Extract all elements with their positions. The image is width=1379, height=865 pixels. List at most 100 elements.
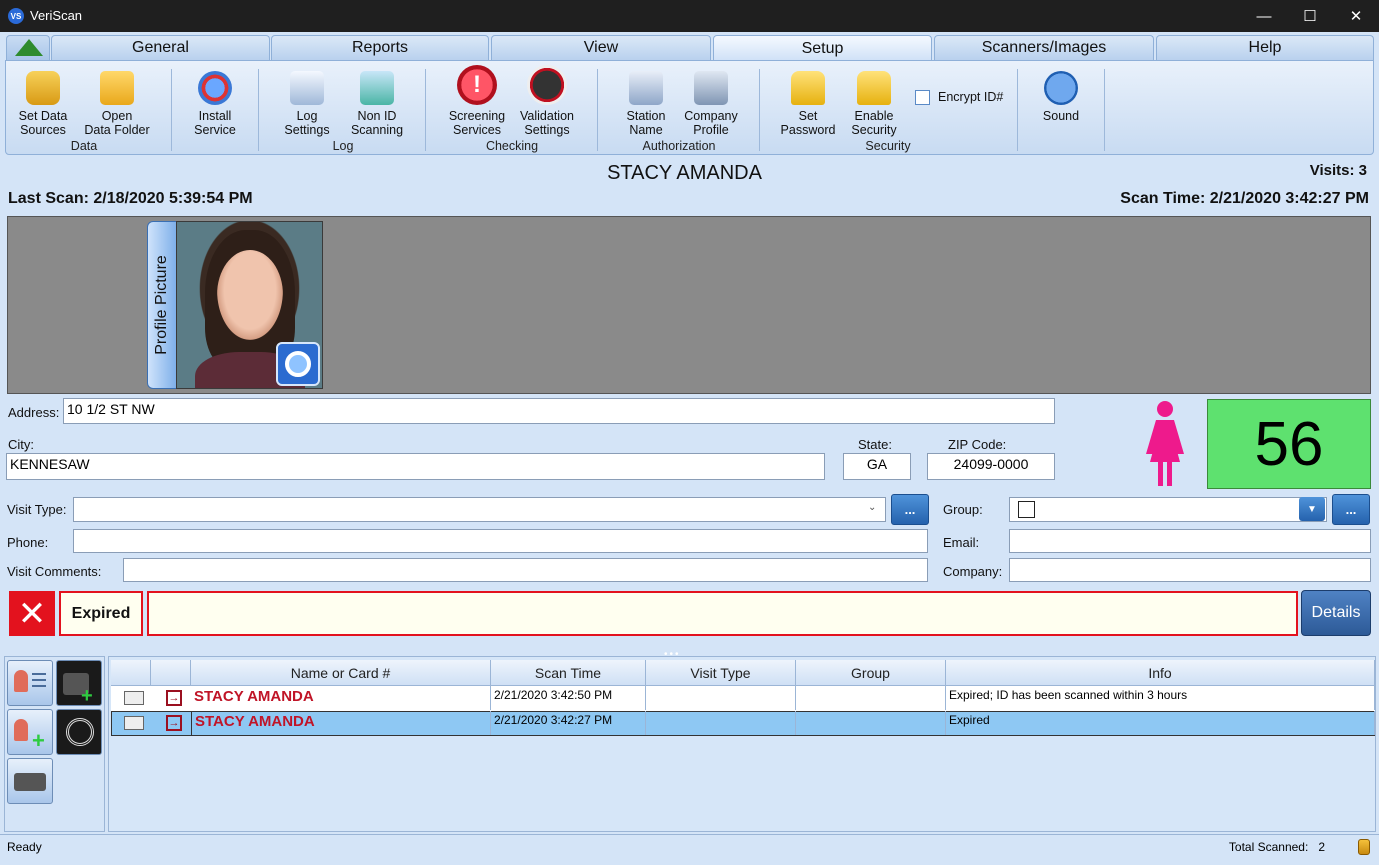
row-scan-time: 2/21/2020 3:42:50 PM — [491, 686, 646, 710]
screening-services-button[interactable]: ! Screening Services — [444, 65, 510, 137]
camera-icon[interactable] — [276, 342, 320, 386]
scan-time: Scan Time: 2/21/2020 3:42:27 PM — [1120, 190, 1369, 207]
group-more-button[interactable]: ... — [1332, 494, 1370, 525]
minimize-button[interactable]: — — [1241, 0, 1287, 32]
group-label-checking: Checking — [485, 139, 539, 153]
install-service-icon — [198, 71, 232, 105]
group-color-swatch — [1018, 501, 1035, 518]
company-profile-button[interactable]: Company Profile — [680, 71, 742, 137]
column-header-visit-type[interactable]: Visit Type — [646, 660, 796, 686]
company-field[interactable] — [1009, 558, 1371, 582]
non-id-scanning-icon — [360, 71, 394, 105]
fingerprint-button[interactable] — [56, 709, 102, 755]
set-data-sources-button[interactable]: Set Data Sources — [14, 71, 72, 137]
visit-comments-label: Visit Comments: — [7, 564, 102, 579]
sound-button[interactable]: Sound — [1030, 71, 1092, 123]
close-button[interactable]: ✕ — [1333, 0, 1379, 32]
plus-icon: + — [81, 685, 93, 707]
company-label: Company: — [943, 564, 1003, 579]
enable-security-button[interactable]: Enable Security — [844, 71, 904, 137]
last-scan: Last Scan: 2/18/2020 5:39:54 PM — [8, 190, 253, 207]
status-text: Expired — [59, 591, 143, 636]
station-name-button[interactable]: Station Name — [616, 71, 676, 137]
row-group — [796, 711, 946, 735]
install-service-label: Install Service — [194, 109, 236, 137]
alert-icon: ! — [457, 65, 497, 105]
group-dropdown-arrow-icon[interactable]: ▼ — [1299, 497, 1325, 521]
profile-picture-tab-label: Profile Picture — [153, 255, 170, 355]
encrypt-id-checkbox[interactable] — [915, 90, 930, 105]
city-label: City: — [8, 437, 34, 452]
phone-label: Phone: — [7, 535, 49, 550]
non-id-scanning-button[interactable]: Non ID Scanning — [344, 71, 410, 137]
set-password-label: Set Password — [780, 109, 836, 137]
window-title: VeriScan — [30, 8, 83, 23]
address-field[interactable]: 10 1/2 ST NW — [63, 398, 1055, 424]
row-scan-time: 2/21/2020 3:42:27 PM — [491, 711, 646, 735]
database-icon — [26, 71, 60, 105]
tab-reports[interactable]: Reports — [271, 35, 489, 60]
row-visit-type — [646, 711, 796, 735]
ribbon-separator — [597, 69, 598, 151]
tab-view[interactable]: View — [491, 35, 711, 60]
tab-help[interactable]: Help — [1156, 35, 1374, 60]
column-header-group[interactable]: Group — [796, 660, 946, 686]
ribbon-separator — [258, 69, 259, 151]
group-select[interactable] — [1009, 497, 1327, 522]
open-data-folder-button[interactable]: Open Data Folder — [82, 71, 152, 137]
non-id-scanning-label: Non ID Scanning — [350, 109, 404, 137]
row-name: STACY AMANDA — [191, 711, 491, 735]
print-button[interactable] — [7, 758, 53, 804]
details-button[interactable]: Details — [1301, 590, 1371, 636]
splitter[interactable]: ••• — [0, 645, 1379, 660]
add-person-button[interactable]: + — [7, 709, 53, 755]
sound-label: Sound — [1042, 109, 1080, 123]
zip-field[interactable]: 24099-0000 — [927, 453, 1055, 480]
visit-type-select[interactable] — [73, 497, 886, 522]
maximize-button[interactable]: ☐ — [1287, 0, 1333, 32]
row-visit-type — [646, 686, 796, 710]
person-icon — [14, 719, 28, 741]
log-settings-button[interactable]: Log Settings — [276, 71, 338, 137]
row-group — [796, 686, 946, 710]
home-button[interactable] — [6, 35, 50, 60]
state-field[interactable]: GA — [843, 453, 911, 480]
column-header-scan-time[interactable]: Scan Time — [491, 660, 646, 686]
visit-comments-field[interactable] — [123, 558, 928, 582]
tab-scanners-images[interactable]: Scanners/Images — [934, 35, 1154, 60]
status-ready: Ready — [7, 840, 42, 854]
padlock-icon — [791, 71, 825, 105]
sign-in-arrow-icon: → — [166, 715, 182, 731]
id-card-icon — [124, 691, 144, 705]
person-card-button[interactable] — [7, 660, 53, 706]
profile-picture-tab[interactable]: Profile Picture — [147, 221, 177, 389]
ribbon-separator — [425, 69, 426, 151]
open-data-folder-label: Open Data Folder — [84, 109, 150, 137]
email-field[interactable] — [1009, 529, 1371, 553]
phone-field[interactable] — [73, 529, 928, 553]
validation-settings-label: Validation Settings — [520, 109, 574, 137]
tab-general[interactable]: General — [51, 35, 270, 60]
enable-security-label: Enable Security — [851, 109, 897, 137]
set-data-sources-label: Set Data Sources — [18, 109, 68, 137]
column-header-name[interactable]: Name or Card # — [191, 660, 491, 686]
install-service-button[interactable]: Install Service — [184, 71, 246, 137]
status-fail-icon: ✕ — [9, 591, 55, 636]
column-header-direction — [151, 660, 191, 686]
station-name-label: Station Name — [626, 109, 666, 137]
sign-in-arrow-icon: → — [166, 690, 182, 706]
city-field[interactable]: KENNESAW — [6, 453, 825, 480]
screening-services-label: Screening Services — [448, 109, 506, 137]
unlocked-padlock-icon — [857, 71, 891, 105]
set-password-button[interactable]: Set Password — [776, 71, 840, 137]
state-label: State: — [858, 437, 892, 452]
total-scanned: Total Scanned: 2 — [1228, 840, 1325, 854]
visit-type-more-button[interactable]: ... — [891, 494, 929, 525]
column-header-info[interactable]: Info — [946, 660, 1375, 686]
group-label-security: Security — [865, 139, 911, 153]
validation-settings-button[interactable]: Validation Settings — [514, 65, 580, 137]
speaker-icon — [1044, 71, 1078, 105]
tab-setup[interactable]: Setup — [713, 35, 932, 61]
group-label: Group: — [943, 502, 983, 517]
print-badge-button[interactable]: + — [56, 660, 102, 707]
